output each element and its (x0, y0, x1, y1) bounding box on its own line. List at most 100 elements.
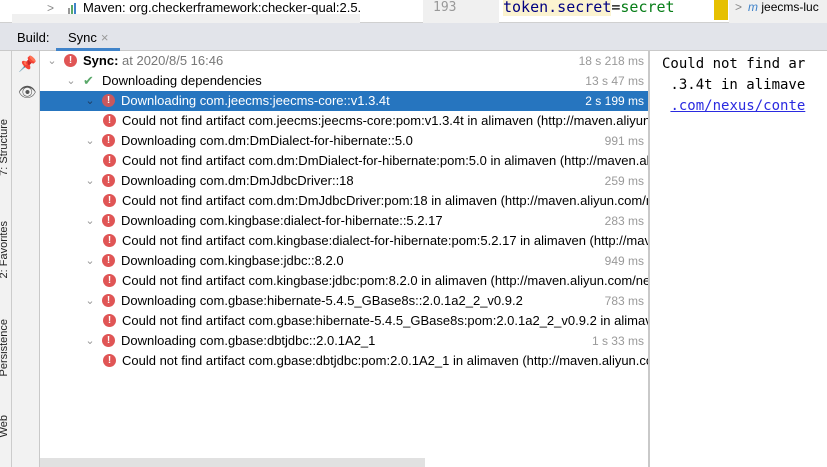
chevron-down-icon[interactable]: ⌄ (84, 251, 96, 271)
sync-label: Sync: (83, 53, 119, 68)
tab-sync-label: Sync (68, 30, 97, 45)
tree-row[interactable]: ⌄! Downloading com.kingbase:jdbc::8.2.0 94… (40, 251, 648, 271)
error-icon: ! (103, 354, 116, 367)
structure-tool-button[interactable]: 7: Structure (0, 119, 10, 176)
tree-row[interactable]: ! Could not find artifact com.jeecms:jeec… (40, 111, 648, 131)
project-tree: > Maven: org.checkerframework:checker-qu… (12, 0, 360, 23)
error-icon: ! (102, 174, 115, 187)
tree-row[interactable]: ⌄! Downloading com.jeecms:jeecms-core::v1… (40, 91, 648, 111)
error-icon: ! (102, 214, 115, 227)
tree-row[interactable]: ! Could not find artifact com.dm:DmJdbcDr… (40, 191, 648, 211)
tree-row[interactable]: ! Could not find artifact com.gbase:hiber… (40, 311, 648, 331)
chevron-right-icon[interactable]: > (47, 1, 54, 15)
tree-row-label: Downloading com.dm:DmJdbcDriver::18 (121, 173, 354, 188)
chevron-right-icon[interactable]: > (735, 0, 742, 14)
left-tool-strip: 7: Structure 2: Favorites Persistence We… (0, 51, 12, 467)
tree-row[interactable]: ! Could not find artifact com.dm:DmDialec… (40, 151, 648, 171)
error-icon: ! (102, 294, 115, 307)
error-icon: ! (103, 314, 116, 327)
tree-row-label: Could not find artifact com.dm:DmJdbcDri… (122, 193, 648, 208)
right-project-tree: > m jeecms-luc (729, 0, 827, 23)
console-line: .3.4t in alimave (662, 77, 806, 93)
tree-row[interactable]: ⌄! Downloading com.dm:DmDialect-for-hiber… (40, 131, 648, 151)
tree-row[interactable]: ⌄! Downloading com.dm:DmJdbcDriver::18 259… (40, 171, 648, 191)
error-icon: ! (103, 234, 116, 247)
tree-row-label: Downloading com.jeecms:jeecms-core::v1.3… (121, 93, 390, 108)
chevron-down-icon[interactable]: ⌄ (46, 51, 58, 71)
chevron-down-icon[interactable]: ⌄ (84, 91, 96, 111)
maven-library-icon (67, 2, 79, 14)
right-tree-item[interactable]: jeecms-luc (761, 0, 818, 14)
console-link[interactable]: .com/nexus/conte (670, 98, 805, 114)
duration: 13 s 47 ms (579, 71, 644, 91)
tree-row[interactable]: ⌄! Sync: at 2020/8/5 16:46 18 s 218 ms (40, 51, 648, 71)
horizontal-scrollbar[interactable] (40, 458, 425, 467)
chevron-down-icon[interactable]: ⌄ (84, 331, 96, 351)
sync-timestamp: at 2020/8/5 16:46 (118, 53, 224, 68)
tree-row-label: Could not find artifact com.gbase:hibern… (122, 313, 648, 328)
duration: 783 ms (598, 291, 644, 311)
error-icon: ! (102, 254, 115, 267)
tree-row-label: Downloading com.kingbase:dialect-for-hib… (121, 213, 443, 228)
tree-row[interactable]: ! Could not find artifact com.gbase:dbtjd… (40, 351, 648, 371)
tree-row-label: Sync: at 2020/8/5 16:46 (83, 51, 223, 71)
tree-row-label: Downloading com.kingbase:jdbc::8.2.0 (121, 253, 344, 268)
tab-sync[interactable]: Sync × (56, 23, 120, 51)
editor-strip: > Maven: org.checkerframework:checker-qu… (0, 0, 827, 23)
pin-icon[interactable]: 📌 (18, 55, 37, 73)
error-icon: ! (103, 274, 116, 287)
duration: 2 s 199 ms (579, 91, 644, 111)
chevron-down-icon[interactable]: ⌄ (84, 291, 96, 311)
tree-row[interactable]: ! Could not find artifact com.kingbase:jd… (40, 271, 648, 291)
duration: 259 ms (598, 171, 644, 191)
error-icon: ! (102, 94, 115, 107)
tree-row-label: Downloading com.gbase:dbtjdbc::2.0.1A2_1 (121, 333, 376, 348)
chevron-down-icon[interactable]: ⌄ (65, 71, 77, 91)
duration: 18 s 218 ms (572, 51, 644, 71)
line-number: 193 (423, 0, 499, 23)
eye-icon[interactable]: 👁 (18, 83, 37, 101)
tree-row[interactable]: ⌄! Downloading com.gbase:hibernate-5.4.5_… (40, 291, 648, 311)
chevron-down-icon[interactable]: ⌄ (84, 211, 96, 231)
maven-module-icon: m (748, 0, 759, 14)
build-tree: ⌄! Sync: at 2020/8/5 16:46 18 s 218 ms ⌄ ✔ Do… (40, 51, 648, 467)
tree-row[interactable]: ! Could not find artifact com.kingbase:di… (40, 231, 648, 251)
duration: 991 ms (598, 131, 644, 151)
duration: 283 ms (598, 211, 644, 231)
console-line: Could not find ar (662, 56, 806, 72)
tree-row-label: Downloading com.gbase:hibernate-5.4.5_GB… (121, 293, 523, 308)
build-label: Build: (17, 30, 50, 45)
error-icon: ! (102, 134, 115, 147)
check-icon: ✔ (83, 73, 94, 88)
web-tool-button[interactable]: Web (0, 415, 10, 437)
build-tool-window-header: Build: Sync × (0, 23, 827, 51)
close-icon[interactable]: × (101, 30, 109, 45)
chevron-down-icon[interactable]: ⌄ (84, 171, 96, 191)
chevron-down-icon[interactable]: ⌄ (84, 131, 96, 151)
error-icon: ! (64, 54, 77, 67)
duration: 949 ms (598, 251, 644, 271)
tree-row-label: Could not find artifact com.gbase:dbtjdb… (122, 353, 648, 368)
property-key: token.secret (503, 0, 612, 16)
highlight-marker (714, 0, 728, 20)
tree-row-label: Could not find artifact com.jeecms:jeecm… (122, 113, 648, 128)
console-output: Could not find ar .3.4t in alimave .com/… (650, 51, 827, 467)
error-icon: ! (103, 114, 116, 127)
tree-row-label: Could not find artifact com.kingbase:jdb… (122, 273, 648, 288)
duration: 1 s 33 ms (585, 331, 644, 351)
tree-row-label: Could not find artifact com.dm:DmDialect… (122, 153, 648, 168)
tree-row[interactable]: ⌄! Downloading com.gbase:dbtjdbc::2.0.1A2… (40, 331, 648, 351)
property-value: secret (620, 0, 675, 16)
error-icon: ! (103, 194, 116, 207)
error-icon: ! (103, 154, 116, 167)
error-icon: ! (102, 334, 115, 347)
tree-row-label: Could not find artifact com.kingbase:dia… (122, 233, 648, 248)
build-toolbar: 📌 👁 (12, 51, 40, 467)
persistence-tool-button[interactable]: Persistence (0, 319, 10, 376)
project-tree-item[interactable]: Maven: org.checkerframework:checker-qual… (83, 0, 360, 15)
tree-row-label: Downloading com.dm:DmDialect-for-hiberna… (121, 133, 413, 148)
favorites-tool-button[interactable]: 2: Favorites (0, 221, 10, 278)
tree-row[interactable]: ⌄! Downloading com.kingbase:dialect-for-h… (40, 211, 648, 231)
code-line[interactable]: token.secret=secret (503, 0, 675, 16)
tree-row[interactable]: ⌄ ✔ Downloading dependencies 13 s 47 ms (40, 71, 648, 91)
